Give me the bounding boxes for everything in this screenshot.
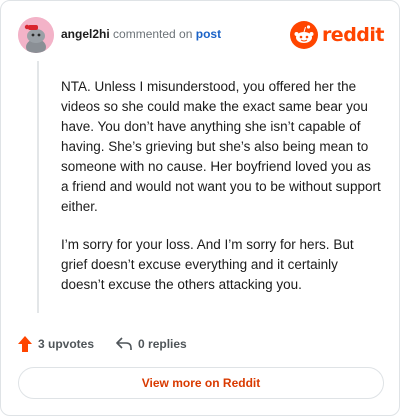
snoo-avatar-icon — [18, 17, 54, 53]
comment-actions: 3 upvotes 0 replies — [18, 335, 187, 353]
comment-paragraph: I’m sorry for your loss. And I’m sorry f… — [61, 237, 354, 292]
post-link[interactable]: post — [196, 27, 221, 41]
thread-line — [37, 61, 39, 313]
upvote-count: 3 upvotes — [38, 337, 95, 351]
upvote-arrow-icon — [18, 336, 32, 352]
reddit-logo[interactable]: reddit — [289, 20, 385, 50]
comment-header: angel2hi commented on post reddit — [18, 17, 385, 53]
reply-button[interactable]: 0 replies — [116, 337, 187, 351]
comment-body: NTA. Unless I misunderstood, you offered… — [61, 77, 381, 313]
upvote-button[interactable]: 3 upvotes — [18, 336, 94, 352]
comment-paragraph: NTA. Unless I misunderstood, you offered… — [61, 79, 381, 214]
view-more-button[interactable]: View more on Reddit — [18, 367, 384, 399]
username-link[interactable]: angel2hi — [61, 27, 110, 41]
comment-embed-card: angel2hi commented on post reddit NTA. U… — [0, 0, 400, 416]
comment-meta: angel2hi commented on post — [61, 27, 221, 41]
reply-count: 0 replies — [138, 337, 187, 351]
reddit-logo-icon — [289, 21, 318, 49]
action-text: commented on — [113, 27, 193, 41]
reddit-wordmark: reddit — [321, 24, 385, 46]
reply-arrow-icon — [116, 337, 132, 350]
user-avatar[interactable] — [18, 17, 54, 53]
